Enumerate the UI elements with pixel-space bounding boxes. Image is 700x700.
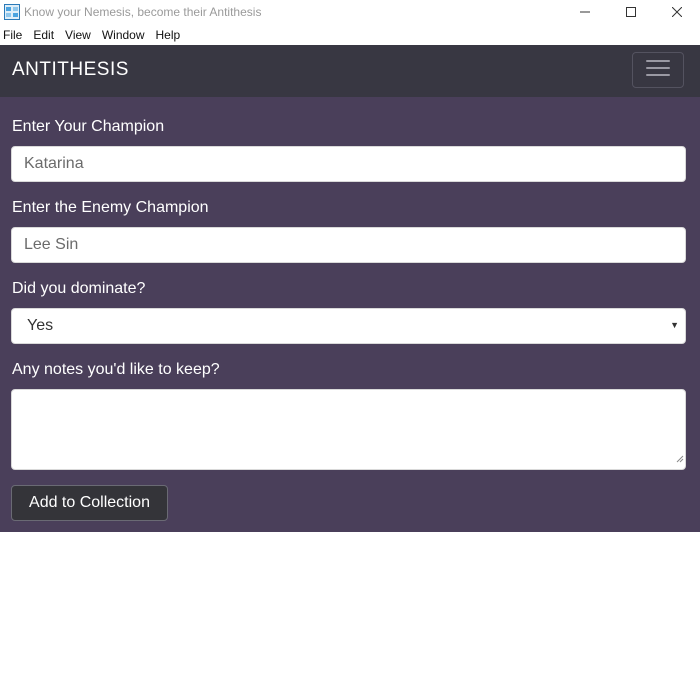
window-title: Know your Nemesis, become their Antithes… [24, 5, 262, 19]
maximize-icon [626, 5, 636, 20]
champion-placeholder: Katarina [24, 155, 84, 172]
notes-label: Any notes you'd like to keep? [12, 361, 220, 378]
champion-label: Enter Your Champion [12, 118, 165, 135]
menu-window[interactable]: Window [99, 28, 151, 42]
resize-grip-icon[interactable] [676, 450, 684, 468]
champion-input[interactable]: Katarina [11, 146, 686, 182]
dropdown-arrow-icon: ▼ [670, 320, 679, 330]
enemy-input[interactable]: Lee Sin [11, 227, 686, 263]
menu-file[interactable]: File [0, 28, 28, 42]
menu-help[interactable]: Help [153, 28, 187, 42]
enemy-label: Enter the Enemy Champion [12, 199, 209, 216]
enemy-placeholder: Lee Sin [24, 236, 79, 253]
menu-edit[interactable]: Edit [30, 28, 60, 42]
minimize-button[interactable] [562, 0, 608, 24]
app-icon [4, 4, 20, 20]
maximize-button[interactable] [608, 0, 654, 24]
close-icon [671, 5, 683, 20]
hamburger-icon [646, 58, 670, 83]
minimize-icon [580, 5, 590, 20]
window-titlebar: Know your Nemesis, become their Antithes… [0, 0, 700, 24]
dominate-selected-value: Yes [27, 317, 54, 334]
main-form: Enter Your Champion Katarina Enter the E… [0, 97, 700, 532]
menubar: File Edit View Window Help [0, 25, 700, 44]
close-button[interactable] [654, 0, 700, 24]
navbar: ANTITHESIS [0, 45, 700, 97]
notes-textarea[interactable] [11, 389, 686, 470]
dominate-select[interactable]: Yes ▼ [11, 308, 686, 344]
dominate-label: Did you dominate? [12, 280, 146, 297]
navbar-toggler-button[interactable] [632, 52, 684, 88]
menu-view[interactable]: View [62, 28, 97, 42]
add-to-collection-button[interactable]: Add to Collection [11, 485, 168, 521]
brand-title[interactable]: ANTITHESIS [12, 59, 129, 81]
